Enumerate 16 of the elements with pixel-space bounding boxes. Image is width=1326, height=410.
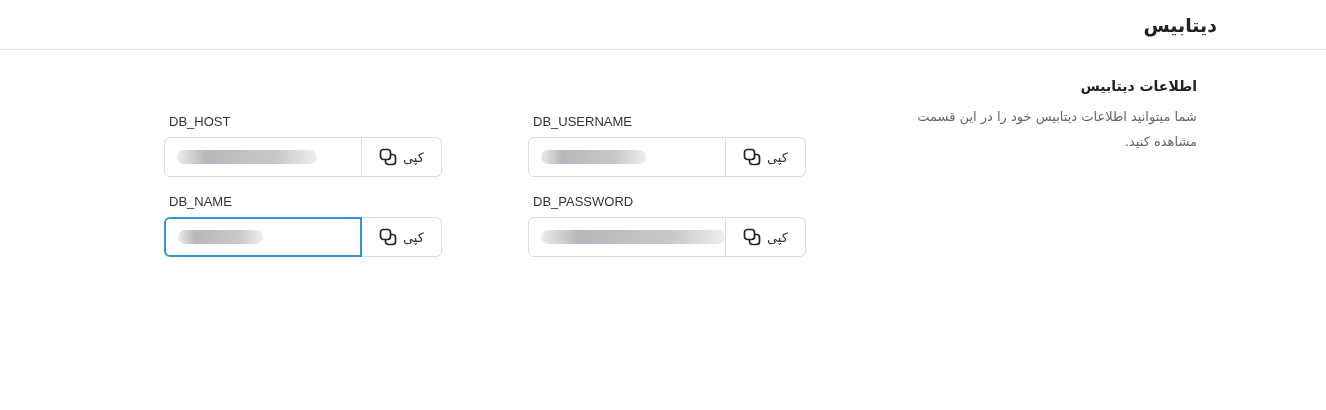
field-label: DB_PASSWORD	[532, 194, 635, 209]
section-description: شما میتوانید اطلاعات دیتابیس خود را در این قسمت مشاهده کنید.	[916, 108, 1197, 151]
field-label: DB_HOST	[168, 114, 232, 129]
copy-button[interactable]: کپی	[726, 137, 806, 177]
copy-button[interactable]: کپی	[362, 217, 442, 257]
copy-icon	[743, 228, 762, 246]
field-label: DB_NAME	[168, 194, 233, 209]
copy-icon	[379, 228, 398, 246]
section-heading: اطلاعات دیتابیس	[1079, 78, 1197, 94]
copy-button[interactable]: کپی	[726, 217, 806, 257]
field-label: DB_USERNAME	[532, 114, 633, 129]
page-title: دیتابیس	[1143, 13, 1217, 36]
copy-icon	[743, 148, 762, 166]
input-field[interactable]	[164, 217, 362, 257]
copy-icon	[379, 148, 398, 166]
copy-button[interactable]: کپی	[362, 137, 442, 177]
